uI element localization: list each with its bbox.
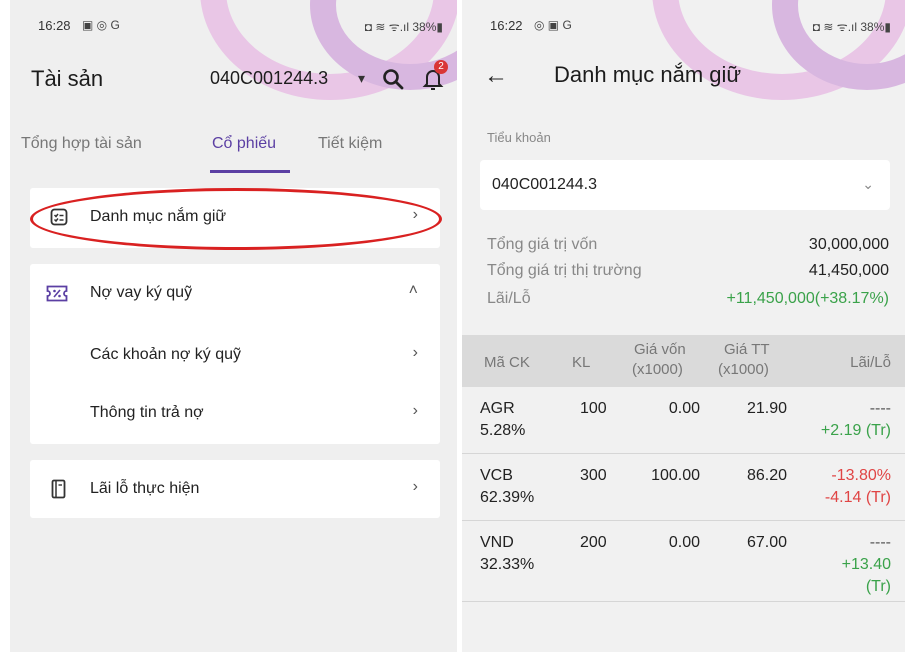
stock-market-price: 86.20 xyxy=(746,467,787,484)
status-time: 16:28 xyxy=(38,18,71,33)
menu-item-margin-debts[interactable]: Các khoản nợ ký quỹ › xyxy=(30,326,440,384)
status-bar: 16:28 ▣ ◎ G ◘ ≋ ᯤ.ıl 38%▮ xyxy=(10,18,457,38)
search-icon[interactable] xyxy=(382,68,404,90)
stock-cost: 100.00 xyxy=(651,467,700,484)
header-market: Giá TT xyxy=(724,341,770,358)
back-arrow-icon[interactable]: ← xyxy=(484,62,508,90)
menu-item-realized-pl[interactable]: Lãi lỗ thực hiện › xyxy=(30,460,440,518)
status-bar: 16:22 ◎ ▣ G ◘ ≋ ᯤ.ıl 38%▮ xyxy=(462,18,905,38)
stock-qty: 100 xyxy=(580,400,607,417)
stock-cost: 0.00 xyxy=(668,400,700,417)
chevron-right-icon: › xyxy=(412,402,418,419)
status-time: 16:22 xyxy=(490,18,523,33)
summary-row: Tổng giá trị thị trường 41,450,000 xyxy=(487,262,889,282)
table-row[interactable]: AGR 5.28% 100 0.00 21.90 ---- +2.19 (Tr) xyxy=(462,388,905,454)
subaccount-value: 040C001244.3 xyxy=(492,176,597,193)
summary-row: Tổng giá trị vốn 30,000,000 xyxy=(487,236,889,256)
stock-code: VCB xyxy=(480,467,513,484)
header-market-unit: (x1000) xyxy=(718,361,769,378)
screenshot-collage: 16:28 ▣ ◎ G ◘ ≋ ᯤ.ıl 38%▮ Tài sản 040C00… xyxy=(0,0,905,652)
stock-code: AGR xyxy=(480,400,515,417)
stock-weight: 32.33% xyxy=(480,556,535,573)
status-icons-right: ◘ ≋ ᯤ.ıl 38%▮ xyxy=(812,20,891,34)
app-bar: Tài sản 040C001244.3 ▾ 2 xyxy=(10,56,457,100)
realized-pl-card: Lãi lỗ thực hiện › xyxy=(30,460,440,518)
header-cost: Giá vốn xyxy=(634,341,686,358)
stock-pl-percent: ---- xyxy=(869,534,891,551)
menu-item-margin-loan[interactable]: Nợ vay ký quỹ ˄ xyxy=(30,264,440,322)
page-title: Danh mục nắm giữ xyxy=(554,62,742,87)
summary-value: 30,000,000 xyxy=(808,236,889,253)
stock-pl-percent: -13.80% xyxy=(831,467,891,484)
chevron-down-icon: ⌄ xyxy=(862,176,874,192)
notification-badge: 2 xyxy=(434,60,448,74)
summary-row: Lãi/Lỗ +11,450,000(+38.17%) xyxy=(487,290,889,310)
summary-label: Lãi/Lỗ xyxy=(487,290,531,307)
summary-label: Tổng giá trị thị trường xyxy=(487,262,642,279)
tab-savings[interactable]: Tiết kiệm xyxy=(318,135,382,153)
chevron-up-icon: ˄ xyxy=(408,282,418,299)
subaccount-select[interactable]: 040C001244.3 ⌄ xyxy=(480,160,890,210)
header-qty: KL xyxy=(572,354,591,371)
stock-pl-value: +2.19 (Tr) xyxy=(820,422,891,439)
menu-item-repayment-info[interactable]: Thông tin trả nợ › xyxy=(30,384,440,442)
holdings-table-header: Mã CK KL Giá vốn (x1000) Giá TT (x1000) … xyxy=(462,335,905,387)
stock-code: VND xyxy=(480,534,514,551)
status-icons-right: ◘ ≋ ᯤ.ıl 38%▮ xyxy=(364,20,443,34)
panel-divider xyxy=(457,0,462,652)
highlight-ellipse xyxy=(30,188,442,250)
stock-qty: 300 xyxy=(580,467,607,484)
menu-item-label: Nợ vay ký quỹ xyxy=(90,284,193,301)
portfolio-screen: 16:22 ◎ ▣ G ◘ ≋ ᯤ.ıl 38%▮ ← Danh mục nắm… xyxy=(462,0,905,652)
summary-value: 41,450,000 xyxy=(808,262,889,279)
header-cost-unit: (x1000) xyxy=(632,361,683,378)
stock-weight: 62.39% xyxy=(480,489,535,506)
stock-pl-percent: ---- xyxy=(869,400,891,417)
header-code: Mã CK xyxy=(484,354,530,371)
asset-tabs: Tổng hợp tài sản Cổ phiếu Tiết kiệm xyxy=(10,130,457,176)
tab-asset-summary[interactable]: Tổng hợp tài sản xyxy=(21,135,142,153)
summary-label: Tổng giá trị vốn xyxy=(487,236,598,253)
menu-item-label: Các khoản nợ ký quỹ xyxy=(90,346,242,363)
stock-pl-value: -4.14 (Tr) xyxy=(824,489,891,506)
table-row[interactable]: VCB 62.39% 300 100.00 86.20 -13.80% -4.1… xyxy=(462,455,905,521)
stock-cost: 0.00 xyxy=(668,534,700,551)
menu-item-label: Lãi lỗ thực hiện xyxy=(90,480,200,497)
ticket-percent-icon xyxy=(46,285,68,302)
stock-pl-unit: (Tr) xyxy=(865,578,891,595)
stock-market-price: 67.00 xyxy=(746,534,787,551)
page-title: Tài sản xyxy=(31,66,104,91)
active-tab-indicator xyxy=(210,170,290,173)
menu-item-label: Thông tin trả nợ xyxy=(90,404,204,421)
assets-screen: 16:28 ▣ ◎ G ◘ ≋ ᯤ.ıl 38%▮ Tài sản 040C00… xyxy=(10,0,457,652)
table-row[interactable]: VND 32.33% 200 0.00 67.00 ---- +13.40 (T… xyxy=(462,522,905,602)
account-selector[interactable]: 040C001244.3 xyxy=(210,68,328,89)
subaccount-label: Tiểu khoản xyxy=(487,130,551,145)
stock-pl-value: +13.40 xyxy=(841,556,891,573)
account-dropdown-caret[interactable]: ▾ xyxy=(358,70,365,87)
status-icons-left: ▣ ◎ G xyxy=(82,18,120,32)
tab-stocks[interactable]: Cổ phiếu xyxy=(212,135,276,153)
stock-qty: 200 xyxy=(580,534,607,551)
chevron-right-icon: › xyxy=(412,344,418,361)
book-icon xyxy=(51,479,66,499)
margin-loan-card: Nợ vay ký quỹ ˄ Các khoản nợ ký quỹ › Th… xyxy=(30,264,440,444)
status-icons-left: ◎ ▣ G xyxy=(534,18,572,32)
stock-market-price: 21.90 xyxy=(746,400,787,417)
stock-weight: 5.28% xyxy=(480,422,526,439)
summary-value: +11,450,000(+38.17%) xyxy=(726,290,890,307)
header-pl: Lãi/Lỗ xyxy=(850,354,891,371)
app-bar: ← Danh mục nắm giữ xyxy=(462,58,905,102)
chevron-right-icon: › xyxy=(412,478,418,495)
